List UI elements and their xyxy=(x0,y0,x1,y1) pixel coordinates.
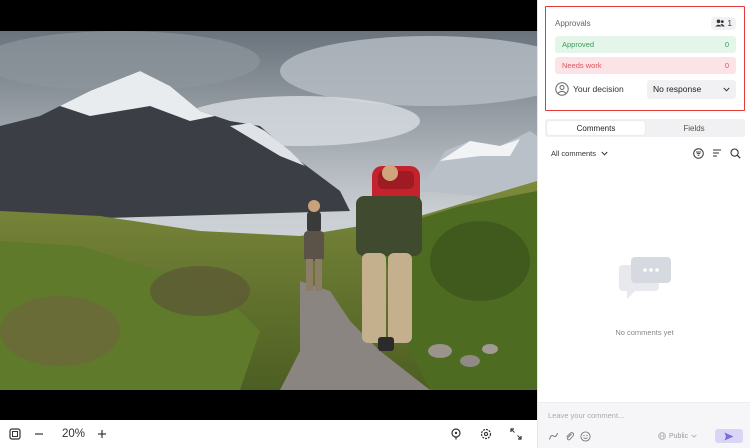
approvals-panel: Approvals 1 Approved 0 Needs work 0 Your… xyxy=(545,6,745,111)
approvals-title: Approvals xyxy=(555,18,591,28)
comment-composer: Leave your comment... Public xyxy=(538,402,750,448)
needs-work-label: Needs work xyxy=(562,61,602,70)
approvals-header: Approvals 1 xyxy=(555,15,736,31)
filter-icon[interactable] xyxy=(693,147,704,159)
emoji-icon[interactable] xyxy=(580,431,591,442)
preview-image[interactable] xyxy=(0,31,537,390)
fullscreen-icon[interactable] xyxy=(507,425,525,443)
user-avatar-icon xyxy=(555,82,569,96)
comments-filter-dropdown[interactable]: All comments xyxy=(551,149,608,158)
review-app: 20% Approvals 1 Approved 0 Needs work 0 … xyxy=(0,0,750,448)
draw-icon[interactable] xyxy=(548,431,559,442)
zoom-out-icon[interactable] xyxy=(30,425,48,443)
decision-value: No response xyxy=(653,84,702,94)
viewer-toolbar-right xyxy=(447,425,531,443)
sort-icon[interactable] xyxy=(712,148,722,158)
reviewers-count: 1 xyxy=(727,18,732,28)
approved-label: Approved xyxy=(562,40,595,49)
settings-gear-icon[interactable] xyxy=(477,425,495,443)
location-pin-icon[interactable] xyxy=(447,425,465,443)
empty-comments-text: No comments yet xyxy=(615,328,674,337)
fit-to-screen-icon[interactable] xyxy=(6,425,24,443)
zoom-in-icon[interactable] xyxy=(93,425,111,443)
your-decision-label: Your decision xyxy=(573,84,624,94)
sidebar-tabs: Comments Fields xyxy=(545,119,745,137)
comments-filter-bar: All comments xyxy=(551,147,741,159)
comment-input[interactable]: Leave your comment... xyxy=(548,411,624,420)
needs-work-row[interactable]: Needs work 0 xyxy=(555,57,736,74)
search-icon[interactable] xyxy=(730,147,741,159)
review-sidebar: Approvals 1 Approved 0 Needs work 0 Your… xyxy=(537,0,750,448)
chevron-down-icon xyxy=(691,434,697,438)
viewer-toolbar: 20% xyxy=(0,420,537,448)
visibility-label: Public xyxy=(669,432,689,440)
attachment-icon[interactable] xyxy=(564,431,575,442)
tab-comments[interactable]: Comments xyxy=(547,121,645,135)
globe-icon xyxy=(658,432,666,440)
users-icon xyxy=(714,19,725,27)
empty-comments-state: No comments yet xyxy=(538,255,750,337)
visibility-dropdown[interactable]: Public xyxy=(658,429,697,443)
your-decision-row: Your decision No response xyxy=(555,79,736,99)
decision-dropdown[interactable]: No response xyxy=(647,79,736,99)
image-viewer xyxy=(0,0,537,420)
chevron-down-icon xyxy=(723,87,730,92)
reviewers-badge[interactable]: 1 xyxy=(710,16,736,30)
approved-row[interactable]: Approved 0 xyxy=(555,36,736,53)
comments-filter-label: All comments xyxy=(551,148,597,158)
send-icon xyxy=(724,432,734,440)
chat-bubbles-icon xyxy=(618,257,671,299)
approved-count: 0 xyxy=(724,40,729,49)
tab-fields[interactable]: Fields xyxy=(645,121,743,135)
chevron-down-icon xyxy=(601,151,608,156)
composer-tools xyxy=(548,431,591,442)
needs-work-count: 0 xyxy=(724,61,729,70)
zoom-level: 20% xyxy=(62,428,86,440)
comments-tools xyxy=(693,147,741,159)
send-button[interactable] xyxy=(715,429,743,443)
